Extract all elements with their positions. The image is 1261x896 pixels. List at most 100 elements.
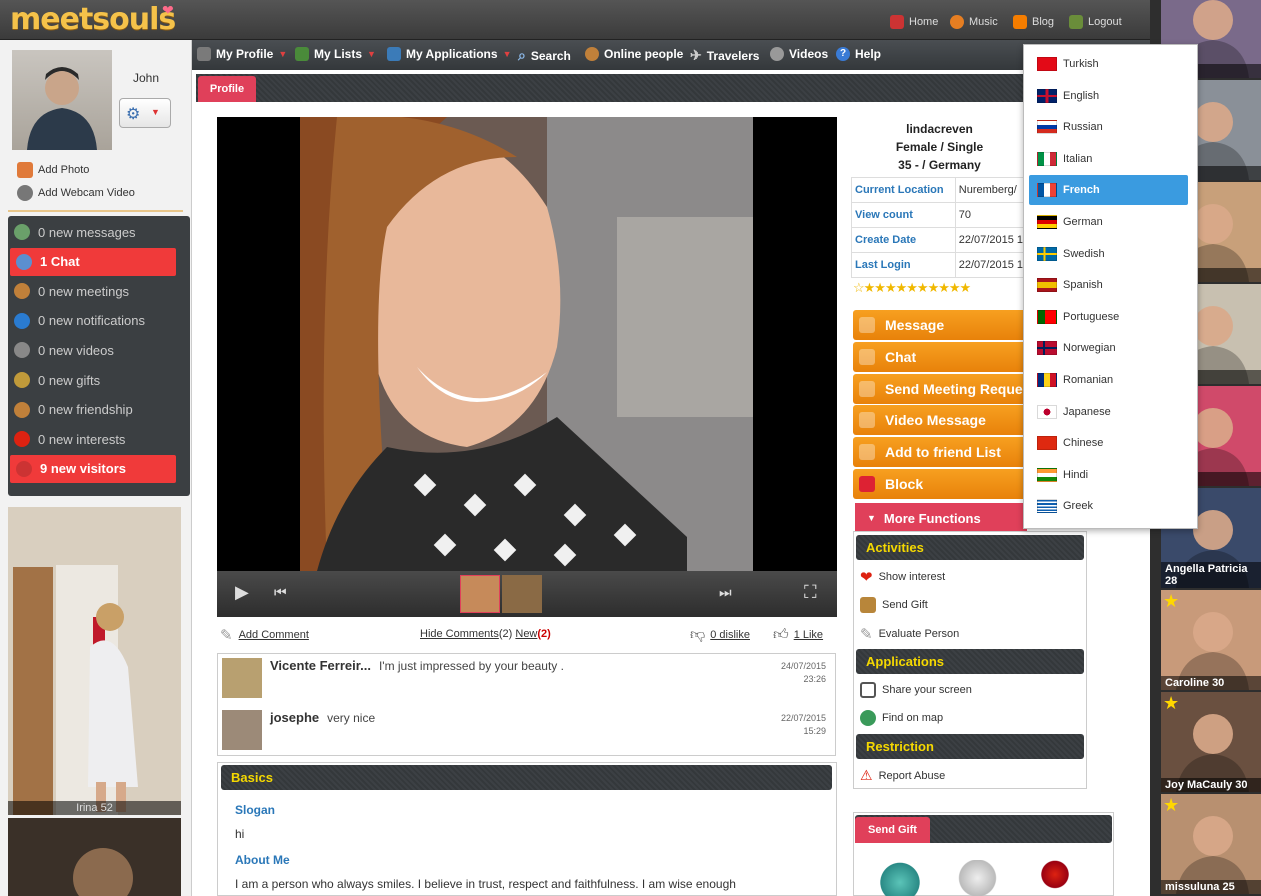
- member-thumbnail[interactable]: ★ missuluna 25: [1161, 794, 1261, 894]
- previous-icon[interactable]: ⏮: [274, 584, 287, 601]
- avatar[interactable]: [12, 50, 112, 150]
- logout-link[interactable]: Logout: [1069, 15, 1122, 29]
- notification-4[interactable]: 0 new videos: [8, 336, 190, 364]
- about-me-text: I am a person who always smiles. I belie…: [235, 877, 736, 891]
- next-icon[interactable]: ⏭: [719, 584, 732, 601]
- gift-icon: [14, 372, 30, 388]
- notification-0[interactable]: 0 new messages: [8, 218, 190, 246]
- gift-perfume-icon[interactable]: [875, 862, 925, 896]
- video-icon: [14, 342, 30, 359]
- comment-item: Vicente Ferreir... I'm just impressed by …: [222, 656, 832, 700]
- left-member-photo-2[interactable]: [8, 818, 181, 896]
- member-thumbnail[interactable]: ★ Joy MaCauly 30: [1161, 692, 1261, 792]
- more-functions-toggle[interactable]: ▼ More Functions: [855, 503, 1027, 533]
- caret-down-icon: ▼: [367, 49, 376, 59]
- activities-header: Activities: [856, 535, 1084, 560]
- language-option-greek[interactable]: Greek: [1029, 491, 1188, 521]
- caret-down-icon: ▼: [502, 49, 512, 59]
- tab-profile[interactable]: Profile: [198, 76, 256, 102]
- block-button[interactable]: Block: [853, 469, 1027, 499]
- gift-angel-icon[interactable]: [950, 860, 1005, 896]
- language-option-chinese[interactable]: Chinese: [1029, 428, 1188, 458]
- nav-my-lists[interactable]: My Lists ▼: [295, 47, 376, 61]
- language-option-german[interactable]: German: [1029, 207, 1188, 237]
- send-gift-tab[interactable]: Send Gift: [855, 817, 930, 843]
- notification-5[interactable]: 0 new gifts: [8, 366, 190, 394]
- chat-button[interactable]: Chat: [853, 342, 1027, 372]
- language-option-japanese[interactable]: Japanese: [1029, 397, 1188, 427]
- user-name: John: [133, 71, 160, 85]
- heart-icon: [14, 431, 30, 448]
- language-option-norwegian[interactable]: Norwegian: [1029, 333, 1188, 363]
- language-option-italian[interactable]: Italian: [1029, 144, 1188, 174]
- nav-my-applications[interactable]: My Applications ▼: [387, 47, 512, 61]
- swedish-flag-icon: [1037, 246, 1057, 261]
- language-option-turkish[interactable]: Turkish: [1029, 49, 1188, 79]
- hide-comments-link[interactable]: Hide Comments(2) New(2): [420, 628, 551, 640]
- japanese-flag-icon: [1037, 404, 1057, 419]
- language-option-english[interactable]: English: [1029, 81, 1188, 111]
- music-link[interactable]: Music: [950, 15, 998, 29]
- meeting-icon: [859, 381, 875, 397]
- language-option-russian[interactable]: Russian: [1029, 112, 1188, 142]
- notification-8[interactable]: 9 new visitors: [10, 454, 176, 483]
- nav-help[interactable]: ? Help: [836, 47, 881, 61]
- like-button[interactable]: 👍︎ 1 Like: [773, 626, 823, 644]
- member-thumbnail[interactable]: ★ Caroline 30: [1161, 590, 1261, 690]
- profile-info-table: Current Location Nuremberg/ View count 70 …: [851, 177, 1028, 278]
- language-option-french[interactable]: French: [1029, 175, 1188, 206]
- nav-travelers[interactable]: ✈ Travelers: [690, 47, 759, 64]
- english-flag-icon: [1037, 88, 1057, 103]
- commenter-avatar[interactable]: [222, 710, 262, 750]
- add-comment-link[interactable]: ✎ Add Comment: [220, 626, 309, 644]
- commenter-name[interactable]: Vicente Ferreir...: [270, 658, 371, 673]
- language-option-swedish[interactable]: Swedish: [1029, 239, 1188, 269]
- left-member-photo[interactable]: Irina 52: [8, 507, 181, 815]
- chinese-flag-icon: [1037, 436, 1057, 451]
- blog-link[interactable]: Blog: [1013, 15, 1054, 29]
- tab-bar: [196, 74, 1150, 102]
- rating-stars[interactable]: ☆★★★★★★★★★★: [853, 280, 1027, 297]
- report-abuse-link[interactable]: ⚠ Report Abuse: [860, 767, 945, 784]
- notification-1[interactable]: 1 Chat: [10, 247, 176, 276]
- webcam-icon: [17, 185, 33, 201]
- add-photo-link[interactable]: Add Photo: [17, 162, 89, 178]
- show-interest-link[interactable]: ❤ Show interest: [860, 568, 945, 586]
- comment-date: 22/07/2015 15:29: [780, 713, 826, 736]
- video-message-button[interactable]: Video Message: [853, 405, 1027, 435]
- commenter-name[interactable]: josephe: [270, 710, 319, 725]
- notification-7[interactable]: 0 new interests: [8, 425, 190, 453]
- gift-rose-icon[interactable]: [1035, 860, 1075, 896]
- photo-thumb-2[interactable]: [502, 575, 542, 613]
- photo-thumb-1[interactable]: [460, 575, 500, 613]
- send-gift-link[interactable]: Send Gift: [860, 597, 928, 613]
- video-icon: [859, 412, 875, 428]
- play-icon[interactable]: ▶: [235, 582, 249, 603]
- nav-online-people[interactable]: Online people: [585, 47, 683, 61]
- language-option-portuguese[interactable]: Portuguese: [1029, 302, 1188, 332]
- site-logo[interactable]: meetsouls: [10, 2, 176, 37]
- profile-photo[interactable]: [217, 117, 837, 571]
- settings-dropdown-button[interactable]: ⚙ ▼: [119, 98, 171, 128]
- find-on-map-link[interactable]: Find on map: [860, 710, 943, 726]
- nav-search[interactable]: ⌕ Search: [518, 47, 571, 64]
- message-button[interactable]: Message: [853, 310, 1027, 340]
- notification-6[interactable]: 0 new friendship: [8, 396, 190, 424]
- fullscreen-icon[interactable]: ⛶: [804, 582, 817, 603]
- add-webcam-link[interactable]: Add Webcam Video: [17, 185, 135, 201]
- notification-3[interactable]: 0 new notifications: [8, 307, 190, 335]
- nav-my-profile[interactable]: My Profile ▼: [197, 47, 287, 61]
- nav-videos[interactable]: Videos: [770, 47, 828, 61]
- language-option-spanish[interactable]: Spanish: [1029, 270, 1188, 300]
- home-link[interactable]: Home: [890, 15, 938, 29]
- send-meeting-request-button[interactable]: Send Meeting Request: [853, 374, 1027, 404]
- add-to-friend-list-button[interactable]: Add to friend List: [853, 437, 1027, 467]
- language-option-romanian[interactable]: Romanian: [1029, 365, 1188, 395]
- chat-icon: [859, 349, 875, 365]
- evaluate-person-link[interactable]: ✎ Evaluate Person: [860, 625, 959, 643]
- notification-2[interactable]: 0 new meetings: [8, 277, 190, 305]
- commenter-avatar[interactable]: [222, 658, 262, 698]
- dislike-button[interactable]: 👎︎ 0 dislike: [690, 626, 750, 644]
- language-option-hindi[interactable]: Hindi: [1029, 460, 1188, 490]
- share-screen-link[interactable]: Share your screen: [860, 682, 972, 698]
